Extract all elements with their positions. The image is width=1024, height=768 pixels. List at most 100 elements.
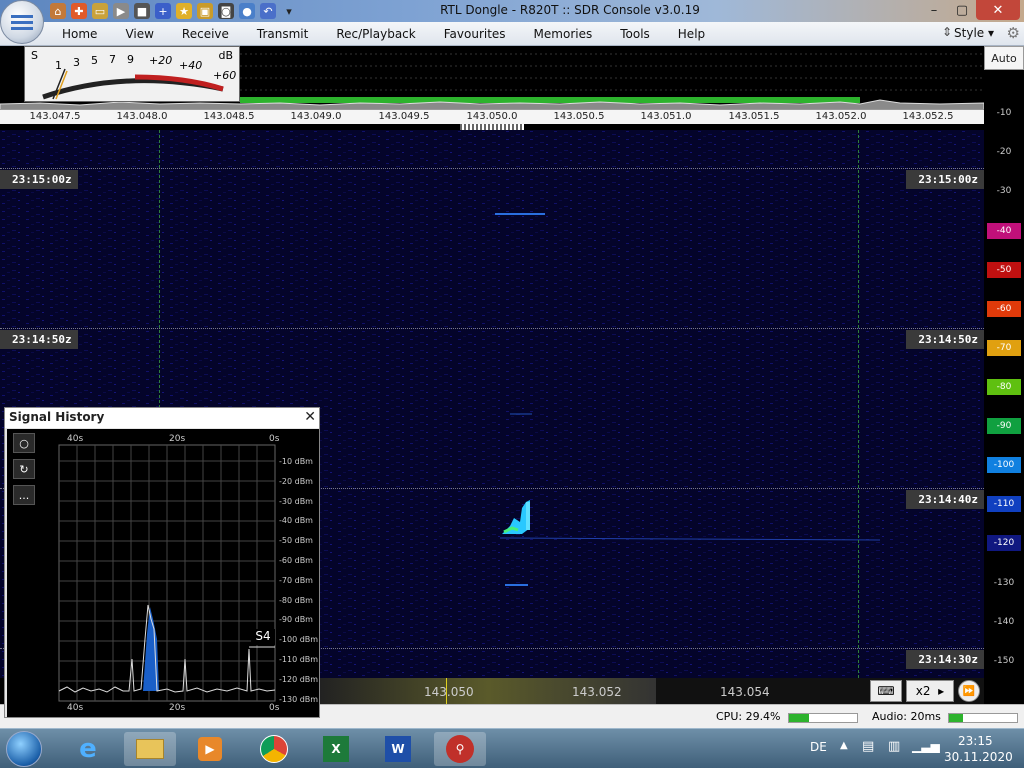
- db-color-label: -110: [987, 496, 1021, 512]
- style-menu[interactable]: Style ▾: [954, 26, 994, 40]
- device-icon[interactable]: ▤: [862, 739, 874, 754]
- drop-icon[interactable]: ●: [239, 3, 255, 19]
- bandwidth-bar: [240, 97, 860, 103]
- start-button[interactable]: [6, 731, 42, 767]
- time-label: 40s: [67, 434, 84, 444]
- signal-history-plot: ○ ↻ ... 40s 20s 0s 40s 20s 0s -10 dBm -20…: [7, 429, 319, 717]
- freq-tick: 143.048.0: [116, 111, 168, 122]
- play-icon[interactable]: ▶: [113, 3, 129, 19]
- lifebuoy-icon[interactable]: ✚: [71, 3, 87, 19]
- dbm-label: -40 dBm: [279, 516, 313, 526]
- app-orb-button[interactable]: [0, 0, 44, 44]
- dbm-label: -50 dBm: [279, 536, 313, 546]
- db-label: -30: [996, 186, 1012, 196]
- timestamp-label: 23:15:00z: [0, 170, 78, 189]
- timestamp-label: 23:14:50z: [906, 330, 984, 349]
- db-scale: Auto -10 -20 -30 -40 -50 -60 -70 -80 -90…: [984, 46, 1024, 704]
- bottom-frequency-bar[interactable]: 143.050 143.052 143.054 ⌨ x2 ▸ ⏩: [320, 678, 984, 704]
- clock-date[interactable]: 30.11.2020: [944, 750, 1013, 764]
- signal-history-title[interactable]: Signal History: [5, 408, 319, 428]
- customize-icon[interactable]: ▾: [281, 3, 297, 19]
- time-label: 40s: [67, 703, 84, 713]
- minimize-button[interactable]: –: [920, 0, 948, 20]
- internet-explorer-icon[interactable]: e: [62, 732, 114, 766]
- folder-icon[interactable]: ▭: [92, 3, 108, 19]
- sort-icon[interactable]: ⇕: [942, 25, 952, 39]
- menu-memories[interactable]: Memories: [520, 27, 607, 41]
- s-meter: S dB 1 3 5 7 9 +20 +40 +60: [24, 46, 240, 102]
- title-bar: ⌂ ✚ ▭ ▶ ■ + ★ ▣ ◙ ● ↶ ▾ RTL Dongle - R82…: [0, 0, 1024, 22]
- home-icon[interactable]: ⌂: [50, 3, 66, 19]
- filter-edge-line: [858, 130, 859, 678]
- stop-icon[interactable]: ■: [134, 3, 150, 19]
- menu-favourites[interactable]: Favourites: [430, 27, 520, 41]
- freq-tick: 143.048.5: [203, 111, 255, 122]
- signal-icon[interactable]: ▁▃▅: [912, 739, 940, 753]
- menu-help[interactable]: Help: [664, 27, 719, 41]
- undo-icon[interactable]: ↶: [260, 3, 276, 19]
- menu-home[interactable]: Home: [48, 27, 111, 41]
- sdr-console-icon[interactable]: ⚲: [434, 732, 486, 766]
- signal-history-panel[interactable]: Signal History ✕ ○ ↻ ... 40s 20s 0s 40s …: [4, 407, 320, 718]
- menu-rec-playback[interactable]: Rec/Playback: [322, 27, 429, 41]
- keyboard-icon[interactable]: ⌨: [870, 680, 902, 702]
- dbm-label: -20 dBm: [279, 476, 313, 486]
- close-button[interactable]: ✕: [976, 0, 1020, 20]
- dbm-label: -60 dBm: [279, 556, 313, 565]
- clock-time[interactable]: 23:15: [958, 734, 993, 748]
- db-color-label: -80: [987, 379, 1021, 395]
- frequency-scale[interactable]: 143.047.5 143.048.0 143.048.5 143.049.0 …: [0, 109, 984, 124]
- file-explorer-icon[interactable]: [124, 732, 176, 766]
- freq-tick: 143.047.5: [29, 111, 81, 122]
- timestamp-label: 23:14:30z: [906, 650, 984, 669]
- media-player-icon[interactable]: ▶: [184, 732, 236, 766]
- app-window: ⌂ ✚ ▭ ▶ ■ + ★ ▣ ◙ ● ↶ ▾ RTL Dongle - R82…: [0, 0, 1024, 768]
- db-color-label: -120: [987, 535, 1021, 551]
- maximize-button[interactable]: ▢: [948, 0, 976, 20]
- windows-taskbar: e ▶ X W ⚲ DE ▲ ▤ ▥ ▁▃▅ 23:15 30.11.2020: [0, 728, 1024, 768]
- auto-button[interactable]: Auto: [984, 46, 1024, 70]
- lock-icon[interactable]: ▣: [197, 3, 213, 19]
- zoom-label: x2: [915, 684, 931, 698]
- time-label: 0s: [269, 434, 280, 444]
- s-tick: 5: [91, 54, 98, 67]
- word-icon[interactable]: W: [372, 732, 424, 766]
- spectrum-display[interactable]: S dB 1 3 5 7 9 +20 +40 +60: [0, 46, 984, 112]
- s-tick: 7: [109, 53, 116, 66]
- db-label: -150: [993, 656, 1015, 666]
- menu-view[interactable]: View: [111, 27, 167, 41]
- language-indicator[interactable]: DE: [810, 740, 827, 754]
- timestamp-label: 23:15:00z: [906, 170, 984, 189]
- freq-tick: 143.050.0: [466, 111, 518, 122]
- tray-expand-icon[interactable]: ▲: [840, 740, 848, 751]
- dbm-label: -90 dBm: [279, 615, 313, 625]
- freq-tick: 143.051.5: [728, 111, 780, 122]
- add-icon[interactable]: +: [155, 3, 171, 19]
- s-label: S: [31, 49, 38, 62]
- dbm-label: -70 dBm: [279, 575, 313, 585]
- star-icon[interactable]: ★: [176, 3, 192, 19]
- style-label: Style: [954, 26, 985, 40]
- timestamp-label: 23:14:40z: [906, 490, 984, 509]
- skip-icon[interactable]: ⏩: [958, 680, 980, 702]
- s-tick: 9: [127, 53, 134, 66]
- quick-access-toolbar: ⌂ ✚ ▭ ▶ ■ + ★ ▣ ◙ ● ↶ ▾: [50, 3, 297, 19]
- camera-icon[interactable]: ◙: [218, 3, 234, 19]
- close-icon[interactable]: ✕: [304, 409, 316, 425]
- db-label: -10: [996, 108, 1012, 118]
- time-label: 20s: [169, 703, 186, 713]
- settings-gear-icon[interactable]: ⚙: [1007, 24, 1020, 42]
- menu-tools[interactable]: Tools: [606, 27, 664, 41]
- zoom-selector[interactable]: x2 ▸: [906, 680, 954, 702]
- window-title: RTL Dongle - R820T :: SDR Console v3.0.1…: [440, 3, 700, 17]
- cpu-meter: [788, 713, 858, 723]
- network-icon[interactable]: ▥: [888, 739, 900, 754]
- dbm-label: -30 dBm: [279, 496, 313, 506]
- db-label: -20: [996, 147, 1012, 157]
- window-controls: – ▢ ✕: [920, 0, 1020, 20]
- menu-transmit[interactable]: Transmit: [243, 27, 322, 41]
- menu-receive[interactable]: Receive: [168, 27, 243, 41]
- chrome-icon[interactable]: [248, 732, 300, 766]
- db-color-label: -50: [987, 262, 1021, 278]
- excel-icon[interactable]: X: [310, 732, 362, 766]
